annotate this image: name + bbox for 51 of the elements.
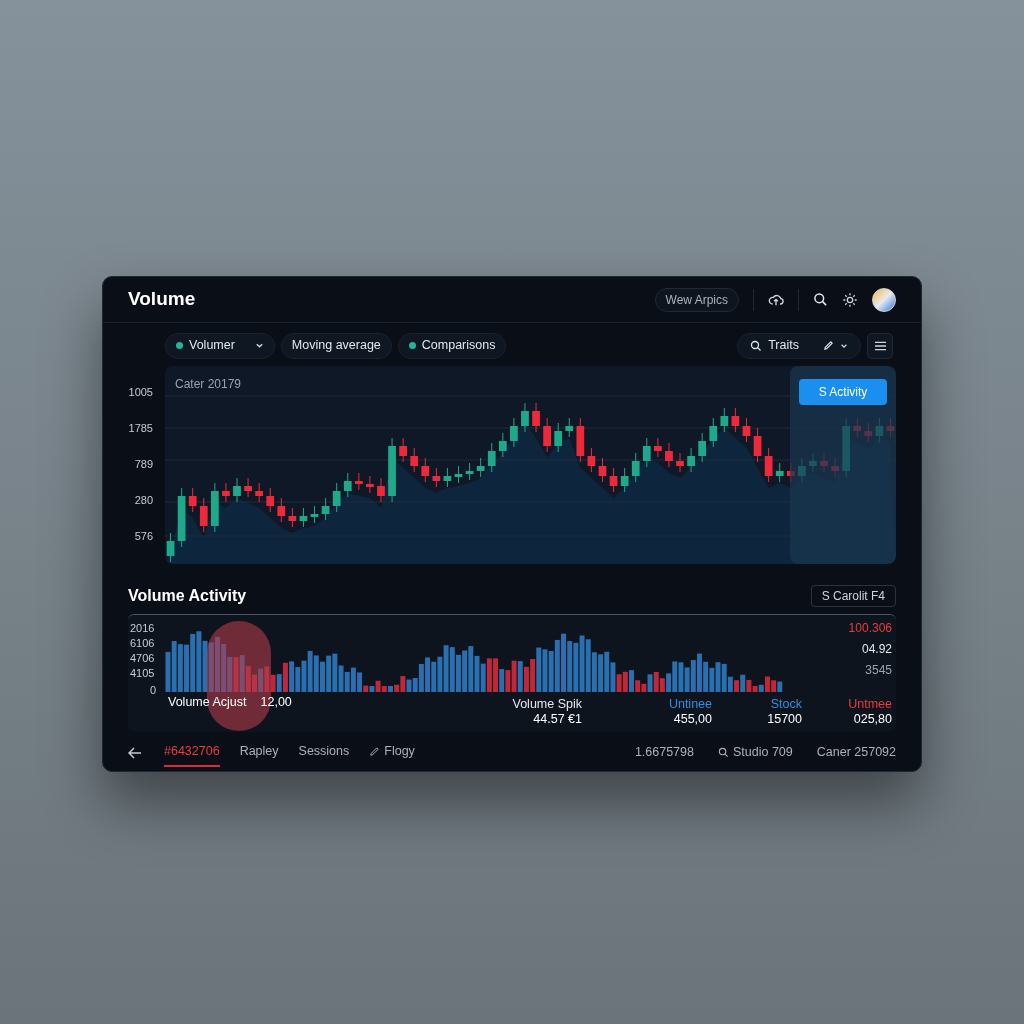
stat-value: 025,80 [853, 712, 892, 728]
settings-icon[interactable] [842, 291, 858, 308]
search-icon [718, 747, 729, 759]
footer-tab[interactable]: Rapley [239, 738, 279, 767]
chart-label: Cater 20179 [175, 376, 242, 394]
search-icon [750, 339, 763, 352]
pen-icon [369, 746, 381, 758]
stat-value: 15700 [767, 712, 802, 728]
axis-label: 2016 [130, 621, 155, 637]
search-icon[interactable] [813, 292, 828, 308]
adjust-label: Volume Acjust [168, 694, 247, 712]
header-pill[interactable]: Wew Arpics [654, 287, 739, 312]
stat-label: Untinee [668, 697, 712, 713]
footer-tab[interactable]: Flogy [369, 738, 415, 767]
axis-label: 1005 [128, 385, 153, 401]
value-label: 100.306 [848, 621, 892, 637]
pen-icon[interactable] [823, 340, 834, 352]
status-text: Studio 709 [733, 744, 793, 762]
filter-chip[interactable]: Moving average [280, 332, 392, 359]
caret-icon [254, 341, 264, 351]
axis-label: 0 [149, 683, 157, 699]
traits-search[interactable]: Traits [737, 332, 861, 359]
axis-label: 4105 [130, 666, 155, 682]
status-text: 1.6675798 [634, 744, 694, 762]
filter-chip[interactable]: Comparisons [397, 332, 507, 359]
axis-label: 789 [134, 456, 153, 472]
footer-tab[interactable]: Sessions [298, 738, 350, 767]
axis-label: 4706 [130, 651, 155, 667]
back-arrow-icon[interactable] [128, 746, 142, 759]
stat-label: Untmee [848, 697, 892, 713]
value-label: 04.92 [861, 642, 892, 658]
section-title: Volume Activity [128, 586, 247, 607]
section-button[interactable]: S Carolit F4 [810, 585, 896, 608]
axis-label: 576 [134, 528, 153, 544]
stat-label: Volume Spik [512, 697, 582, 713]
avatar[interactable] [872, 287, 896, 312]
menu-icon [874, 340, 886, 351]
footer-tab[interactable]: #6432706 [164, 738, 220, 767]
stat-value: 455,00 [673, 712, 712, 728]
menu-button[interactable] [867, 332, 893, 359]
filter-chip[interactable]: Volumer [165, 332, 275, 359]
value-label: 3545 [865, 663, 892, 679]
stat-label: Stock [770, 697, 802, 713]
axis-label: 280 [134, 492, 153, 508]
axis-label: 1785 [128, 421, 153, 437]
search-label: Traits [768, 337, 799, 355]
axis-label: 6106 [130, 636, 155, 652]
window-title: Volume [128, 287, 196, 312]
status-text: Caner 257092 [816, 744, 896, 762]
stat-value: 44.57 €1 [533, 712, 582, 728]
adjust-value: 12,00 [260, 694, 292, 712]
